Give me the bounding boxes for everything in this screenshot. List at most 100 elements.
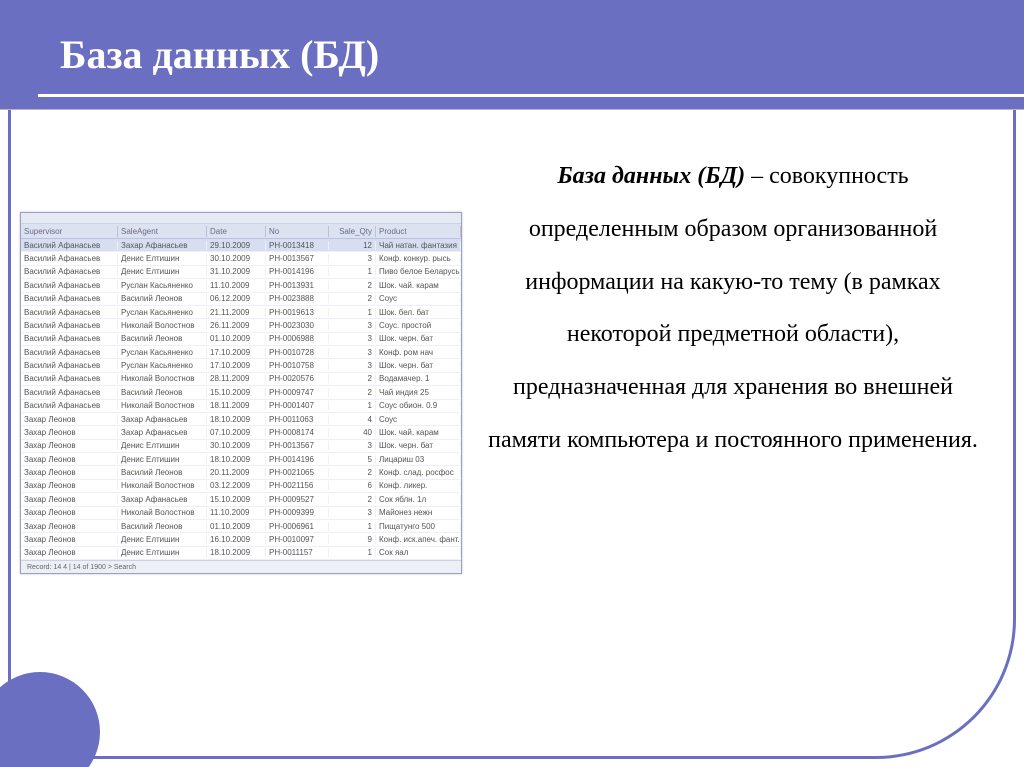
table-cell: Шок. черн. бат: [376, 334, 461, 343]
table-cell: 1: [329, 548, 376, 557]
definition-text: База данных (БД) – совокупность определе…: [482, 150, 984, 727]
table-row: Захар ЛеоновДенис Елтишин18.10.2009РН-00…: [21, 453, 461, 466]
table-cell: РН-0008174: [266, 428, 329, 437]
table-cell: Денис Елтишин: [118, 535, 207, 544]
table-cell: РН-0006961: [266, 522, 329, 531]
table-cell: Конф. конкур. рысь: [376, 254, 461, 263]
table-row: Захар ЛеоновДенис Елтишин30.10.2009РН-00…: [21, 440, 461, 453]
table-cell: РН-0001407: [266, 401, 329, 410]
table-cell: 11.10.2009: [207, 508, 266, 517]
table-cell: РН-0014196: [266, 267, 329, 276]
table-cell: 9: [329, 535, 376, 544]
table-row: Василий АфанасьевВасилий Леонов01.10.200…: [21, 333, 461, 346]
table-cell: Денис Елтишин: [118, 455, 207, 464]
table-cell: РН-0010097: [266, 535, 329, 544]
table-cell: Захар Леонов: [21, 428, 118, 437]
slide-header: База данных (БД): [0, 0, 1024, 110]
definition-body: – совокупность определенным образом орга…: [488, 163, 978, 453]
table-cell: 3: [329, 348, 376, 357]
table-cell: Соус обион. 0.9: [376, 401, 461, 410]
table-cell: Николай Волостнов: [118, 401, 207, 410]
table-cell: 31.10.2009: [207, 267, 266, 276]
table-cell: 30.10.2009: [207, 441, 266, 450]
table-cell: 18.10.2009: [207, 415, 266, 424]
table-cell: 01.10.2009: [207, 334, 266, 343]
table-row: Василий АфанасьевЗахар Афанасьев29.10.20…: [21, 239, 461, 252]
table-cell: 03.12.2009: [207, 481, 266, 490]
table-cell: 3: [329, 508, 376, 517]
table-cell: Денис Елтишин: [118, 267, 207, 276]
db-header-no: No: [266, 226, 329, 237]
table-cell: Соус. простой: [376, 321, 461, 330]
table-cell: Конф. ром нач: [376, 348, 461, 357]
table-cell: РН-0021156: [266, 481, 329, 490]
table-cell: Чай натан. фантазия: [376, 241, 461, 250]
table-cell: Конф. слад. росфос: [376, 468, 461, 477]
table-cell: Захар Леонов: [21, 468, 118, 477]
table-cell: Василий Афанасьев: [21, 334, 118, 343]
table-cell: 2: [329, 294, 376, 303]
db-status-bar: Record: 14 4 | 14 of 1900 > Search: [21, 560, 461, 573]
table-row: Захар ЛеоновЗахар Афанасьев18.10.2009РН-…: [21, 413, 461, 426]
table-cell: 2: [329, 281, 376, 290]
table-cell: Конф. ликер.: [376, 481, 461, 490]
table-row: Захар ЛеоновНиколай Волостнов11.10.2009Р…: [21, 507, 461, 520]
table-cell: 2: [329, 374, 376, 383]
slide-title: База данных (БД): [60, 31, 379, 78]
table-cell: 12: [329, 241, 376, 250]
table-cell: Захар Леонов: [21, 548, 118, 557]
table-cell: Василий Афанасьев: [21, 361, 118, 370]
table-cell: Захар Леонов: [21, 508, 118, 517]
table-row: Василий АфанасьевРуслан Касьяненко17.10.…: [21, 359, 461, 372]
table-cell: 28.11.2009: [207, 374, 266, 383]
table-cell: 11.10.2009: [207, 281, 266, 290]
table-cell: Руслан Касьяненко: [118, 308, 207, 317]
table-cell: Водамачер. 1: [376, 374, 461, 383]
table-cell: Василий Леонов: [118, 522, 207, 531]
table-cell: РН-0013567: [266, 441, 329, 450]
table-cell: Василий Афанасьев: [21, 388, 118, 397]
table-cell: Захар Афанасьев: [118, 428, 207, 437]
table-cell: РН-0006988: [266, 334, 329, 343]
table-row: Захар ЛеоновВасилий Леонов20.11.2009РН-0…: [21, 466, 461, 479]
table-row: Василий АфанасьевРуслан Касьяненко21.11.…: [21, 306, 461, 319]
table-cell: РН-0023888: [266, 294, 329, 303]
table-cell: РН-0014196: [266, 455, 329, 464]
table-cell: Шок. черн. бат: [376, 441, 461, 450]
table-cell: 06.12.2009: [207, 294, 266, 303]
database-screenshot: Supervisor SaleAgent Date No Sale_Qty Pr…: [20, 212, 462, 574]
table-cell: 17.10.2009: [207, 361, 266, 370]
table-cell: Василий Афанасьев: [21, 241, 118, 250]
table-cell: Захар Леонов: [21, 455, 118, 464]
table-row: Василий АфанасьевВасилий Леонов15.10.200…: [21, 386, 461, 399]
table-cell: 18.10.2009: [207, 455, 266, 464]
table-cell: РН-0011157: [266, 548, 329, 557]
table-row: Захар ЛеоновЗахар Афанасьев07.10.2009РН-…: [21, 426, 461, 439]
table-cell: 1: [329, 522, 376, 531]
table-cell: 4: [329, 415, 376, 424]
table-cell: Василий Леонов: [118, 388, 207, 397]
table-cell: 40: [329, 428, 376, 437]
table-cell: Захар Афанасьев: [118, 495, 207, 504]
table-row: Василий АфанасьевВасилий Леонов06.12.200…: [21, 293, 461, 306]
table-cell: РН-0013567: [266, 254, 329, 263]
table-cell: 6: [329, 481, 376, 490]
table-cell: 20.11.2009: [207, 468, 266, 477]
table-cell: 07.10.2009: [207, 428, 266, 437]
table-cell: 29.10.2009: [207, 241, 266, 250]
table-row: Василий АфанасьевНиколай Волостнов18.11.…: [21, 400, 461, 413]
table-cell: 26.11.2009: [207, 321, 266, 330]
table-cell: 01.10.2009: [207, 522, 266, 531]
table-cell: Василий Афанасьев: [21, 348, 118, 357]
table-cell: Захар Леонов: [21, 415, 118, 424]
table-cell: 2: [329, 388, 376, 397]
table-row: Василий АфанасьевДенис Елтишин31.10.2009…: [21, 266, 461, 279]
table-cell: Руслан Касьяненко: [118, 348, 207, 357]
table-cell: 1: [329, 401, 376, 410]
table-row: Захар ЛеоновЗахар Афанасьев15.10.2009РН-…: [21, 493, 461, 506]
table-cell: Захар Леонов: [21, 522, 118, 531]
table-cell: 17.10.2009: [207, 348, 266, 357]
table-cell: 2: [329, 495, 376, 504]
table-cell: Лицариш 03: [376, 455, 461, 464]
table-cell: 1: [329, 267, 376, 276]
